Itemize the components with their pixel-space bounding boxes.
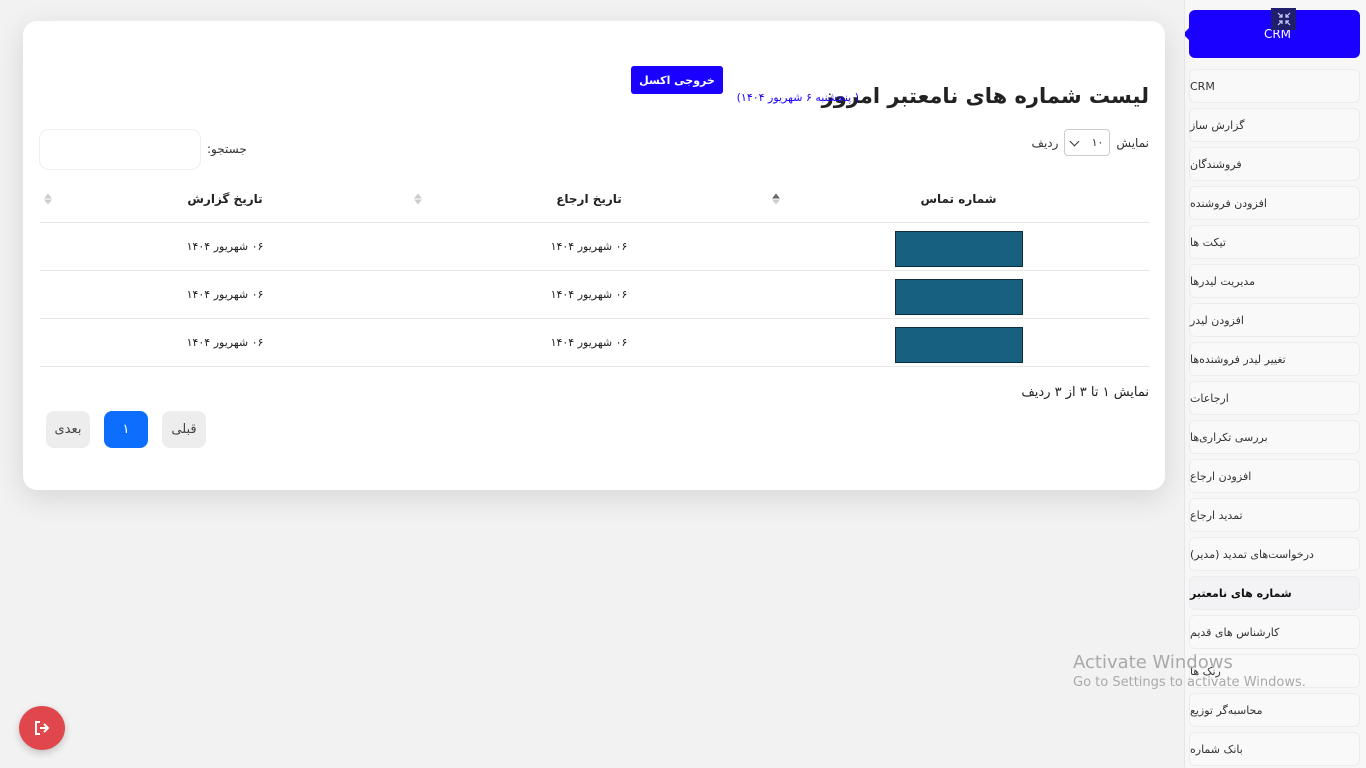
sidebar-item[interactable]: فروشندگان [1189, 147, 1360, 181]
current-page-button[interactable]: ۱ [104, 411, 148, 448]
column-header-report-date[interactable]: تاریخ گزارش [40, 192, 410, 206]
column-header-label: شماره تماس [920, 192, 997, 206]
column-header-label: تاریخ ارجاع [556, 192, 622, 206]
sidebar-item-label: فروشندگان [1190, 157, 1242, 171]
sort-icon [44, 193, 52, 205]
sidebar-item-label: CRM [1190, 79, 1215, 93]
page-length-control: نمایش ۱۰ ردیف [1032, 129, 1149, 156]
report-date-cell: ۰۶ شهریور ۱۴۰۴ [186, 240, 264, 253]
sidebar-item-label: بانک شماره [1190, 742, 1243, 756]
sidebar-item-label: محاسبه‌گر توزیع [1190, 703, 1263, 717]
table-body: ۰۶ شهریور ۱۴۰۴ ۰۶ شهریور ۱۴۰۴ ۰۶ شهریور ۱۴… [40, 223, 1149, 367]
sidebar-item-label: درخواست‌های تمدید (مدیر) [1190, 547, 1314, 561]
collapse-arrows-icon[interactable] [1271, 8, 1296, 30]
search-label: جستجو: [207, 142, 247, 156]
sidebar-item-label: بررسی تکراری‌ها [1190, 430, 1268, 444]
sidebar-item-label: تیکت ها [1190, 235, 1226, 249]
sidebar-item[interactable]: افزودن لیدر [1189, 303, 1360, 337]
referral-date-cell: ۰۶ شهریور ۱۴۰۴ [550, 336, 628, 349]
sidebar-item-label: افزودن ارجاع [1190, 469, 1252, 483]
export-excel-button[interactable]: خروجی اکسل [631, 66, 723, 94]
sidebar-item[interactable]: افزودن فروشنده [1189, 186, 1360, 220]
sidebar-item-label: کارشناس های قدیم [1190, 625, 1280, 639]
report-date-cell: ۰۶ شهریور ۱۴۰۴ [186, 288, 264, 301]
referral-date-cell: ۰۶ شهریور ۱۴۰۴ [550, 288, 628, 301]
chevron-down-icon [1069, 136, 1080, 146]
table-row: ۰۶ شهریور ۱۴۰۴ ۰۶ شهریور ۱۴۰۴ [40, 319, 1149, 367]
page-length-value: ۱۰ [1091, 136, 1104, 149]
report-date-cell: ۰۶ شهریور ۱۴۰۴ [186, 336, 264, 349]
table-header: شماره تماس تاریخ ارجاع تاریخ گزارش [40, 176, 1149, 223]
page-title: لیست شماره های نامعتبر امروز [821, 84, 1149, 108]
main-card: لیست شماره های نامعتبر امروز ( پنجشنبه ۶… [23, 21, 1165, 490]
sidebar-item[interactable]: بررسی تکراری‌ها [1189, 420, 1360, 454]
previous-page-button[interactable]: قبلی [162, 411, 206, 448]
search-input[interactable] [39, 129, 201, 170]
rows-label: ردیف [1031, 135, 1059, 150]
sidebar-item-label: ارجاعات [1190, 391, 1229, 405]
show-label: نمایش [1116, 135, 1149, 150]
sidebar-item[interactable]: شماره های نامعتبر [1189, 576, 1360, 610]
sidebar-item[interactable]: افزودن ارجاع [1189, 459, 1360, 493]
title-date: ( پنجشنبه ۶ شهریور ۱۴۰۴) [736, 91, 859, 104]
sidebar-item-label: تغییر لیدر فروشنده‌ها [1190, 352, 1286, 366]
sidebar-item[interactable]: بانک شماره [1189, 732, 1360, 766]
sidebar-item[interactable]: تغییر لیدر فروشنده‌ها [1189, 342, 1360, 376]
phone-cell [768, 227, 1149, 267]
next-page-button[interactable]: بعدی [46, 411, 90, 448]
windows-activation-watermark: Activate Windows Go to Settings to activ… [1073, 652, 1306, 690]
sidebar-item[interactable]: کارشناس های قدیم [1189, 615, 1360, 649]
logout-button[interactable] [19, 706, 65, 750]
sidebar-item-label: تمدید ارجاع [1190, 508, 1243, 522]
sidebar-item-label: افزودن لیدر [1190, 313, 1244, 327]
sidebar-item-label: گزارش ساز [1190, 118, 1245, 132]
sidebar-item-label: مدیریت لیدرها [1190, 274, 1256, 288]
table-row: ۰۶ شهریور ۱۴۰۴ ۰۶ شهریور ۱۴۰۴ [40, 223, 1149, 271]
phone-cell [768, 275, 1149, 315]
redacted-phone-number [894, 230, 1023, 267]
sidebar-item[interactable]: مدیریت لیدرها [1189, 264, 1360, 298]
sidebar-item-label: افزودن فروشنده [1190, 196, 1267, 210]
sort-icon [772, 193, 780, 205]
data-table: شماره تماس تاریخ ارجاع تاریخ گزارش ۰۶ شه… [40, 176, 1149, 367]
column-header-phone[interactable]: شماره تماس [768, 192, 1149, 206]
watermark-subtitle: Go to Settings to activate Windows. [1073, 675, 1306, 690]
redacted-phone-number [894, 326, 1023, 363]
column-header-label: تاریخ گزارش [187, 192, 263, 206]
table-info: نمایش ۱ تا ۳ از ۳ ردیف [1021, 385, 1149, 400]
sort-icon [414, 193, 422, 205]
pagination: بعدی ۱ قبلی [46, 411, 206, 448]
sidebar-item[interactable]: گزارش ساز [1189, 108, 1360, 142]
sidebar-item[interactable]: تیکت ها [1189, 225, 1360, 259]
phone-cell [768, 323, 1149, 363]
watermark-title: Activate Windows [1073, 652, 1233, 673]
logout-icon [35, 721, 50, 735]
page-length-select[interactable]: ۱۰ [1064, 129, 1111, 156]
sidebar-item[interactable]: ارجاعات [1189, 381, 1360, 415]
caret-left-icon [1185, 28, 1189, 40]
sidebar-item[interactable]: CRM [1189, 69, 1360, 103]
referral-date-cell: ۰۶ شهریور ۱۴۰۴ [550, 240, 628, 253]
redacted-phone-number [894, 278, 1023, 315]
column-header-referral-date[interactable]: تاریخ ارجاع [410, 192, 768, 206]
table-row: ۰۶ شهریور ۱۴۰۴ ۰۶ شهریور ۱۴۰۴ [40, 271, 1149, 319]
sidebar-item[interactable]: درخواست‌های تمدید (مدیر) [1189, 537, 1360, 571]
sidebar-item[interactable]: تمدید ارجاع [1189, 498, 1360, 532]
sidebar-item[interactable]: محاسبه‌گر توزیع [1189, 693, 1360, 727]
sidebar-item-label: شماره های نامعتبر [1190, 586, 1292, 600]
